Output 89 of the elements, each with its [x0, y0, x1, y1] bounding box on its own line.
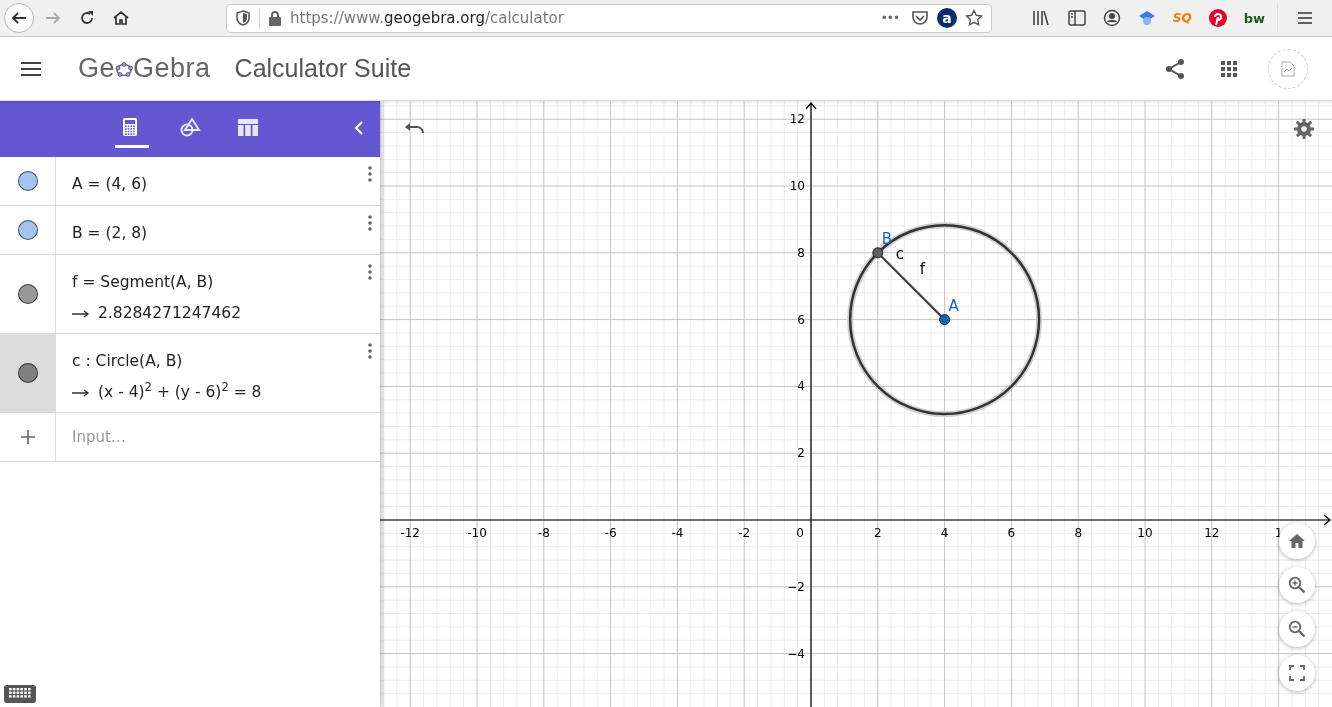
more-button[interactable]: ••• [876, 12, 903, 24]
object-label: f [919, 259, 926, 278]
object-label: c [895, 244, 905, 263]
apps-grid-icon [1221, 60, 1237, 77]
pin-icon[interactable] [1207, 8, 1228, 28]
point[interactable] [939, 314, 951, 326]
tick-label: 4 [940, 526, 949, 540]
tick-label: 10 [789, 179, 805, 193]
shapes-icon [179, 117, 201, 137]
library-icon[interactable] [1030, 9, 1051, 27]
zoom-out-button[interactable] [1279, 611, 1315, 647]
input-field[interactable]: Input… [72, 425, 380, 449]
tick-label: −4 [787, 646, 805, 661]
tick-label: -12 [400, 526, 420, 540]
tick-label: 2 [874, 526, 882, 540]
tick-label: 8 [1074, 526, 1082, 540]
tick-label: -2 [738, 526, 751, 540]
more-vert-icon [368, 214, 372, 231]
home-icon [112, 9, 130, 27]
extension-button[interactable]: bw [1243, 11, 1265, 25]
logo-icon [115, 60, 134, 77]
tick-label: -10 [467, 526, 487, 540]
plus-icon [20, 430, 35, 444]
tick-label: -4 [671, 526, 684, 540]
algebra-definition[interactable]: c : Circle(A, B) [72, 350, 360, 374]
tick-label: 0 [796, 526, 804, 540]
home-icon [1288, 532, 1306, 550]
lock-icon [268, 10, 282, 26]
undo-icon [404, 121, 426, 135]
arrow-icon [72, 309, 90, 318]
undo-button[interactable] [404, 121, 426, 135]
point-label: A [948, 296, 959, 315]
tick-label: 12 [789, 112, 805, 127]
chevron-left-icon [354, 121, 364, 135]
shield-icon [235, 10, 251, 26]
tick-label: 2 [797, 446, 805, 461]
zoom-in-icon [1288, 576, 1306, 594]
settings-icon [1294, 119, 1314, 139]
reload-icon [78, 9, 96, 27]
settings-button[interactable] [1294, 119, 1314, 139]
app-title: Calculator Suite [234, 52, 412, 84]
keyboard-button[interactable] [4, 685, 36, 703]
sidebar-icon[interactable] [1066, 9, 1087, 27]
tick-label: -8 [537, 526, 550, 540]
point[interactable] [872, 247, 884, 259]
zoom-out-icon [1288, 620, 1306, 638]
fullscreen-button[interactable] [1279, 655, 1315, 691]
logo-text: Ge [78, 52, 116, 86]
visibility-marble[interactable] [17, 284, 38, 304]
home-button[interactable] [1279, 523, 1315, 559]
menu-icon [1297, 11, 1313, 25]
visibility-marble[interactable] [17, 171, 38, 191]
visibility-marble[interactable] [17, 220, 38, 240]
more-vert-icon [368, 165, 372, 182]
tick-label: −2 [787, 579, 805, 594]
tick-label: 4 [797, 379, 805, 394]
algebra-output: 2.8284271247462 [98, 303, 241, 325]
tick-label: 6 [1007, 526, 1016, 540]
circle-drawing[interactable] [847, 222, 1043, 418]
algebra-definition[interactable]: B = (2, 8) [72, 222, 360, 246]
algebra-definition[interactable]: f = Segment(A, B) [72, 271, 360, 295]
menu-icon [21, 60, 41, 77]
algebra-output: (x - 4)$^{2}$ + (y - 6)$^{2}$ = 8 [98, 381, 262, 404]
tick-label: -6 [604, 526, 617, 540]
visibility-marble[interactable] [17, 363, 38, 383]
account-icon[interactable] [1102, 9, 1121, 27]
algebra-definition[interactable]: A = (4, 6) [72, 173, 360, 197]
zoom-in-button[interactable] [1279, 567, 1315, 603]
address-bar[interactable]: https://www.geogebra.org/calculator ••• a [226, 3, 992, 33]
keyboard-icon [8, 687, 32, 701]
extension-button[interactable]: a [937, 8, 957, 28]
more-vert-icon [368, 342, 372, 359]
logo-text: Gebra [133, 52, 211, 86]
tick-label: 6 [797, 312, 805, 327]
pocket-icon[interactable] [911, 10, 929, 26]
tick-label: 12 [1204, 526, 1220, 540]
broken-image-icon [1281, 60, 1295, 77]
share-icon [1165, 57, 1185, 80]
url-text: https://www.geogebra.org/calculator [290, 7, 564, 29]
tick-label: 10 [1137, 526, 1153, 540]
point-label: B [881, 229, 893, 248]
collapse-button[interactable] [354, 121, 364, 135]
fullscreen-icon [1288, 664, 1306, 682]
tick-label: 8 [797, 245, 805, 260]
table-icon [237, 117, 259, 137]
more-vert-icon [368, 263, 372, 280]
arrow-icon [72, 388, 90, 397]
back-button[interactable] [4, 3, 34, 33]
star-icon[interactable] [965, 9, 983, 27]
